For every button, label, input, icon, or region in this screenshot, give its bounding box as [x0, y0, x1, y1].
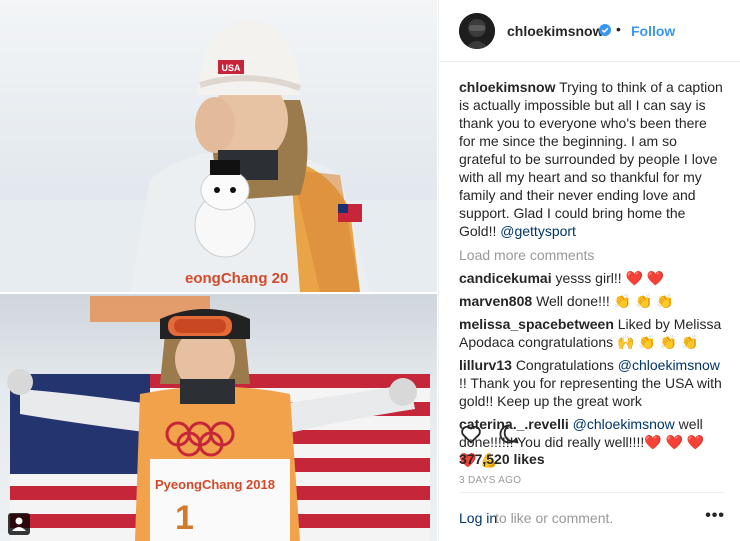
likes-count[interactable]: 377,520 likes	[459, 451, 545, 467]
post-media[interactable]: USA eongChang 20 PyeongChang 2018 1	[0, 0, 437, 541]
verified-badge-icon	[599, 24, 611, 36]
comment-text: Congratulations	[515, 357, 614, 373]
post-sidebar: chloekimsnow • Follow chloekimsnow Tryin…	[438, 0, 740, 541]
photo-bottom: PyeongChang 2018 1	[0, 294, 437, 541]
caption-username[interactable]: chloekimsnow	[459, 79, 555, 95]
more-options-button[interactable]: •••	[705, 507, 725, 525]
comment-icon[interactable]	[497, 422, 521, 446]
bib-text: PyeongChang 2018	[155, 477, 275, 492]
athlete-flag-illustration: PyeongChang 2018 1	[7, 296, 430, 541]
avatar-image	[459, 13, 495, 49]
comment-text: yesss girl!!	[555, 270, 622, 286]
comment-username[interactable]: marven808	[459, 293, 532, 309]
photo-top: USA eongChang 20	[0, 0, 437, 292]
hat-label: USA	[221, 63, 241, 73]
comment-emoji: 👏 👏 👏	[613, 293, 674, 309]
separator-dot: •	[616, 21, 621, 37]
athlete-crying-illustration: USA eongChang 20	[0, 20, 437, 292]
bib-number: 1	[175, 499, 194, 537]
login-link[interactable]: Log in	[459, 510, 497, 526]
comment-username[interactable]: candicekumai	[459, 270, 552, 286]
comment-text: !! Thank you for representing the USA wi…	[459, 375, 722, 409]
user-tag-icon	[12, 517, 26, 531]
header-username[interactable]: chloekimsnow	[507, 23, 603, 39]
action-bar	[459, 422, 725, 446]
comment-emoji: 🙌 👏 👏 👏	[617, 334, 699, 350]
comment-item: lillurv13 Congratulations @chloekimsnow …	[459, 356, 725, 410]
post-date: 3 DAYS AGO	[459, 475, 522, 486]
user-tag-button[interactable]	[8, 513, 30, 535]
comment-item: marven808 Well done!!! 👏 👏 👏	[459, 292, 725, 310]
comment-item: candicekumai yesss girl!! ❤️ ❤️	[459, 269, 725, 287]
comment-username[interactable]: melissa_spacebetween	[459, 316, 614, 332]
avatar[interactable]	[459, 13, 495, 49]
comments-section: chloekimsnow Trying to think of a captio…	[459, 78, 725, 469]
caption-text: Trying to think of a caption is actually…	[459, 79, 723, 239]
post-header: chloekimsnow • Follow	[439, 0, 740, 62]
comment-username[interactable]: lillurv13	[459, 357, 512, 373]
comment-emoji: ❤️ ❤️	[625, 270, 665, 286]
follow-button[interactable]: Follow	[631, 23, 675, 39]
heart-icon[interactable]	[459, 422, 483, 446]
caption: chloekimsnow Trying to think of a captio…	[459, 78, 725, 240]
login-prompt-text: to like or comment.	[495, 510, 614, 526]
comment-item: melissa_spacebetween Liked by Melissa Ap…	[459, 315, 725, 351]
login-footer: Log in to like or comment. •••	[459, 492, 725, 541]
load-more-comments-button[interactable]: Load more comments	[459, 246, 725, 264]
caption-mention-link[interactable]: @gettysport	[500, 223, 576, 239]
comment-text: Well done!!!	[536, 293, 610, 309]
comment-mention-link[interactable]: @chloekimsnow	[618, 357, 720, 373]
photo-top-banner-text: eongChang 20	[185, 270, 288, 287]
